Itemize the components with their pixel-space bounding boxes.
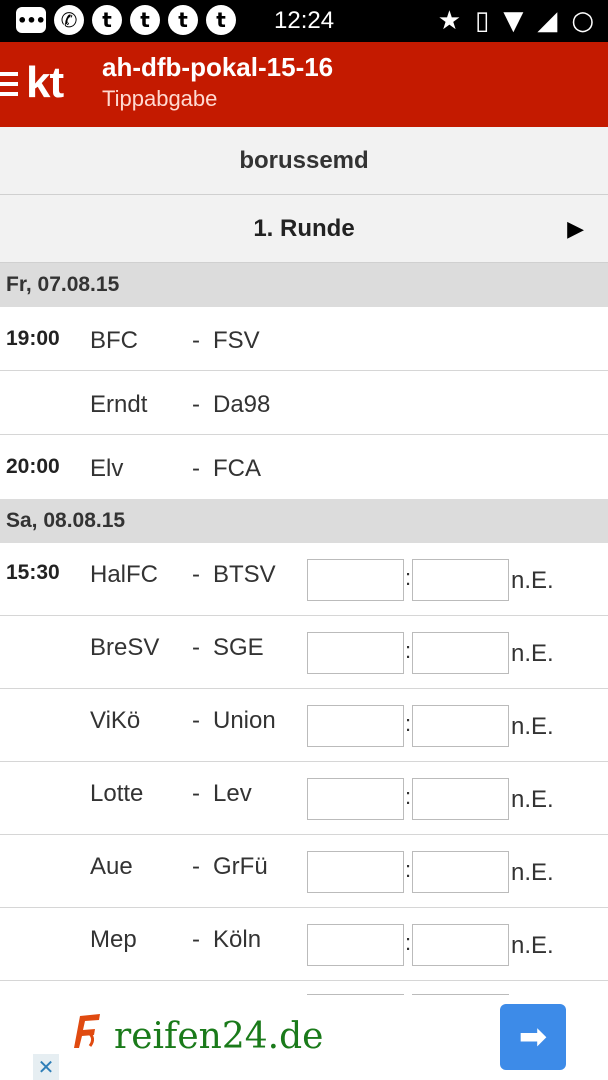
round-header[interactable]: 1. Runde ▶ xyxy=(0,195,608,263)
home-team: BFC xyxy=(90,327,138,354)
score-separator: : xyxy=(405,784,412,809)
team-separator: - xyxy=(192,926,200,953)
match-row: Lotte - Lev : n.E. xyxy=(0,762,608,835)
app-title: ah-dfb-pokal-15-16 xyxy=(102,52,334,82)
home-team: HalFC xyxy=(90,561,159,588)
app-bar: kt ah-dfb-pokal-15-16 Tippabgabe xyxy=(0,42,608,127)
round-label: 1. Runde xyxy=(253,214,355,242)
away-score-input[interactable] xyxy=(412,924,509,966)
away-team: Köln xyxy=(213,926,262,953)
wifi-icon: ▼ xyxy=(503,6,524,36)
match-row: 19:00 BFC - FSV xyxy=(0,307,608,371)
match-time: 15:30 xyxy=(6,561,60,584)
match-row: BreSV - SGE : n.E. xyxy=(0,616,608,689)
user-header: borussemd xyxy=(0,127,608,195)
penalty-label: n.E. xyxy=(511,567,554,594)
home-team: Lotte xyxy=(90,780,144,807)
app-subtitle: Tippabgabe xyxy=(102,86,218,111)
home-team: Mep xyxy=(90,926,137,953)
match-row: 20:00 Elv - FCA xyxy=(0,435,608,499)
penalty-label: n.E. xyxy=(511,786,554,813)
home-score-input[interactable] xyxy=(307,851,404,893)
match-row: Erndt - Da98 xyxy=(0,371,608,435)
day-header: Fr, 07.08.15 xyxy=(0,263,608,307)
home-team: ViKö xyxy=(90,707,141,734)
home-score-input[interactable] xyxy=(307,778,404,820)
home-score-input[interactable] xyxy=(307,705,404,747)
away-team: Da98 xyxy=(213,391,271,418)
away-team: SGE xyxy=(213,634,264,661)
signal-icon: ◢ xyxy=(537,6,558,36)
score-separator: : xyxy=(405,857,412,882)
match-row: Mep - Köln : n.E. xyxy=(0,908,608,981)
penalty-label: n.E. xyxy=(511,640,554,667)
penalty-label: n.E. xyxy=(511,713,554,740)
vibrate-icon: ▯ xyxy=(475,6,490,36)
team-separator: - xyxy=(192,455,200,482)
away-score-input[interactable] xyxy=(412,778,509,820)
score-separator: : xyxy=(405,638,412,663)
match-time: 20:00 xyxy=(6,455,60,478)
tumblr-icon: t xyxy=(130,5,160,35)
match-time: 19:00 xyxy=(6,327,60,350)
ad-text[interactable]: reifen24.de xyxy=(114,1016,323,1057)
tumblr-icon: t xyxy=(92,5,122,35)
whatsapp-icon: ✆ xyxy=(54,5,84,35)
tumblr-icon: t xyxy=(168,5,198,35)
home-team: Aue xyxy=(90,853,133,880)
team-separator: - xyxy=(192,391,200,418)
team-separator: - xyxy=(192,707,200,734)
away-team: FSV xyxy=(213,327,260,354)
tumblr-icon: t xyxy=(206,5,236,35)
score-separator: : xyxy=(405,565,412,590)
away-score-input[interactable] xyxy=(412,632,509,674)
home-score-input[interactable] xyxy=(307,632,404,674)
home-team: BreSV xyxy=(90,634,160,661)
menu-icon[interactable] xyxy=(0,72,18,96)
penalty-label: n.E. xyxy=(511,859,554,886)
away-team: FCA xyxy=(213,455,261,482)
app-logo[interactable]: kt xyxy=(26,58,64,108)
team-separator: - xyxy=(192,780,200,807)
away-score-input[interactable] xyxy=(412,705,509,747)
team-separator: - xyxy=(192,327,200,354)
away-score-input[interactable] xyxy=(412,851,509,893)
next-round-icon[interactable]: ▶ xyxy=(567,217,584,242)
home-score-input[interactable] xyxy=(307,559,404,601)
home-team: Erndt xyxy=(90,391,148,418)
close-icon[interactable]: ✕ xyxy=(33,1054,59,1080)
team-separator: - xyxy=(192,561,200,588)
away-team: GrFü xyxy=(213,853,268,880)
match-list: Fr, 07.08.15 19:00 BFC - FSV Erndt - Da9… xyxy=(0,263,608,981)
partial-score-inputs xyxy=(0,994,608,998)
arrow-right-icon[interactable]: ➡ xyxy=(500,1004,566,1070)
match-row: 15:30 HalFC - BTSV : n.E. xyxy=(0,543,608,616)
star-icon: ★ xyxy=(437,6,461,36)
away-team: BTSV xyxy=(213,561,276,588)
team-separator: - xyxy=(192,853,200,880)
circle-icon: ○ xyxy=(571,6,594,36)
day-header: Sa, 08.08.15 xyxy=(0,499,608,543)
home-team: Elv xyxy=(90,455,124,482)
chat-icon: ••• xyxy=(16,7,46,33)
ad-banner[interactable]: reifen24.de ➡ ✕ xyxy=(0,994,608,1080)
home-score-input[interactable] xyxy=(307,924,404,966)
username: borussemd xyxy=(239,146,369,174)
away-score-input[interactable] xyxy=(412,559,509,601)
score-separator: : xyxy=(405,711,412,736)
away-team: Union xyxy=(213,707,276,734)
score-separator: : xyxy=(405,930,412,955)
status-bar: ••• ✆ t t t t 12:24 ★ ▯ ▼ ◢ ○ xyxy=(0,0,608,42)
penalty-label: n.E. xyxy=(511,932,554,959)
team-separator: - xyxy=(192,634,200,661)
clock: 12:24 xyxy=(274,7,335,34)
away-team: Lev xyxy=(213,780,252,807)
match-row: ViKö - Union : n.E. xyxy=(0,689,608,762)
match-row: Aue - GrFü : n.E. xyxy=(0,835,608,908)
reifen24-logo-icon xyxy=(66,1008,106,1052)
